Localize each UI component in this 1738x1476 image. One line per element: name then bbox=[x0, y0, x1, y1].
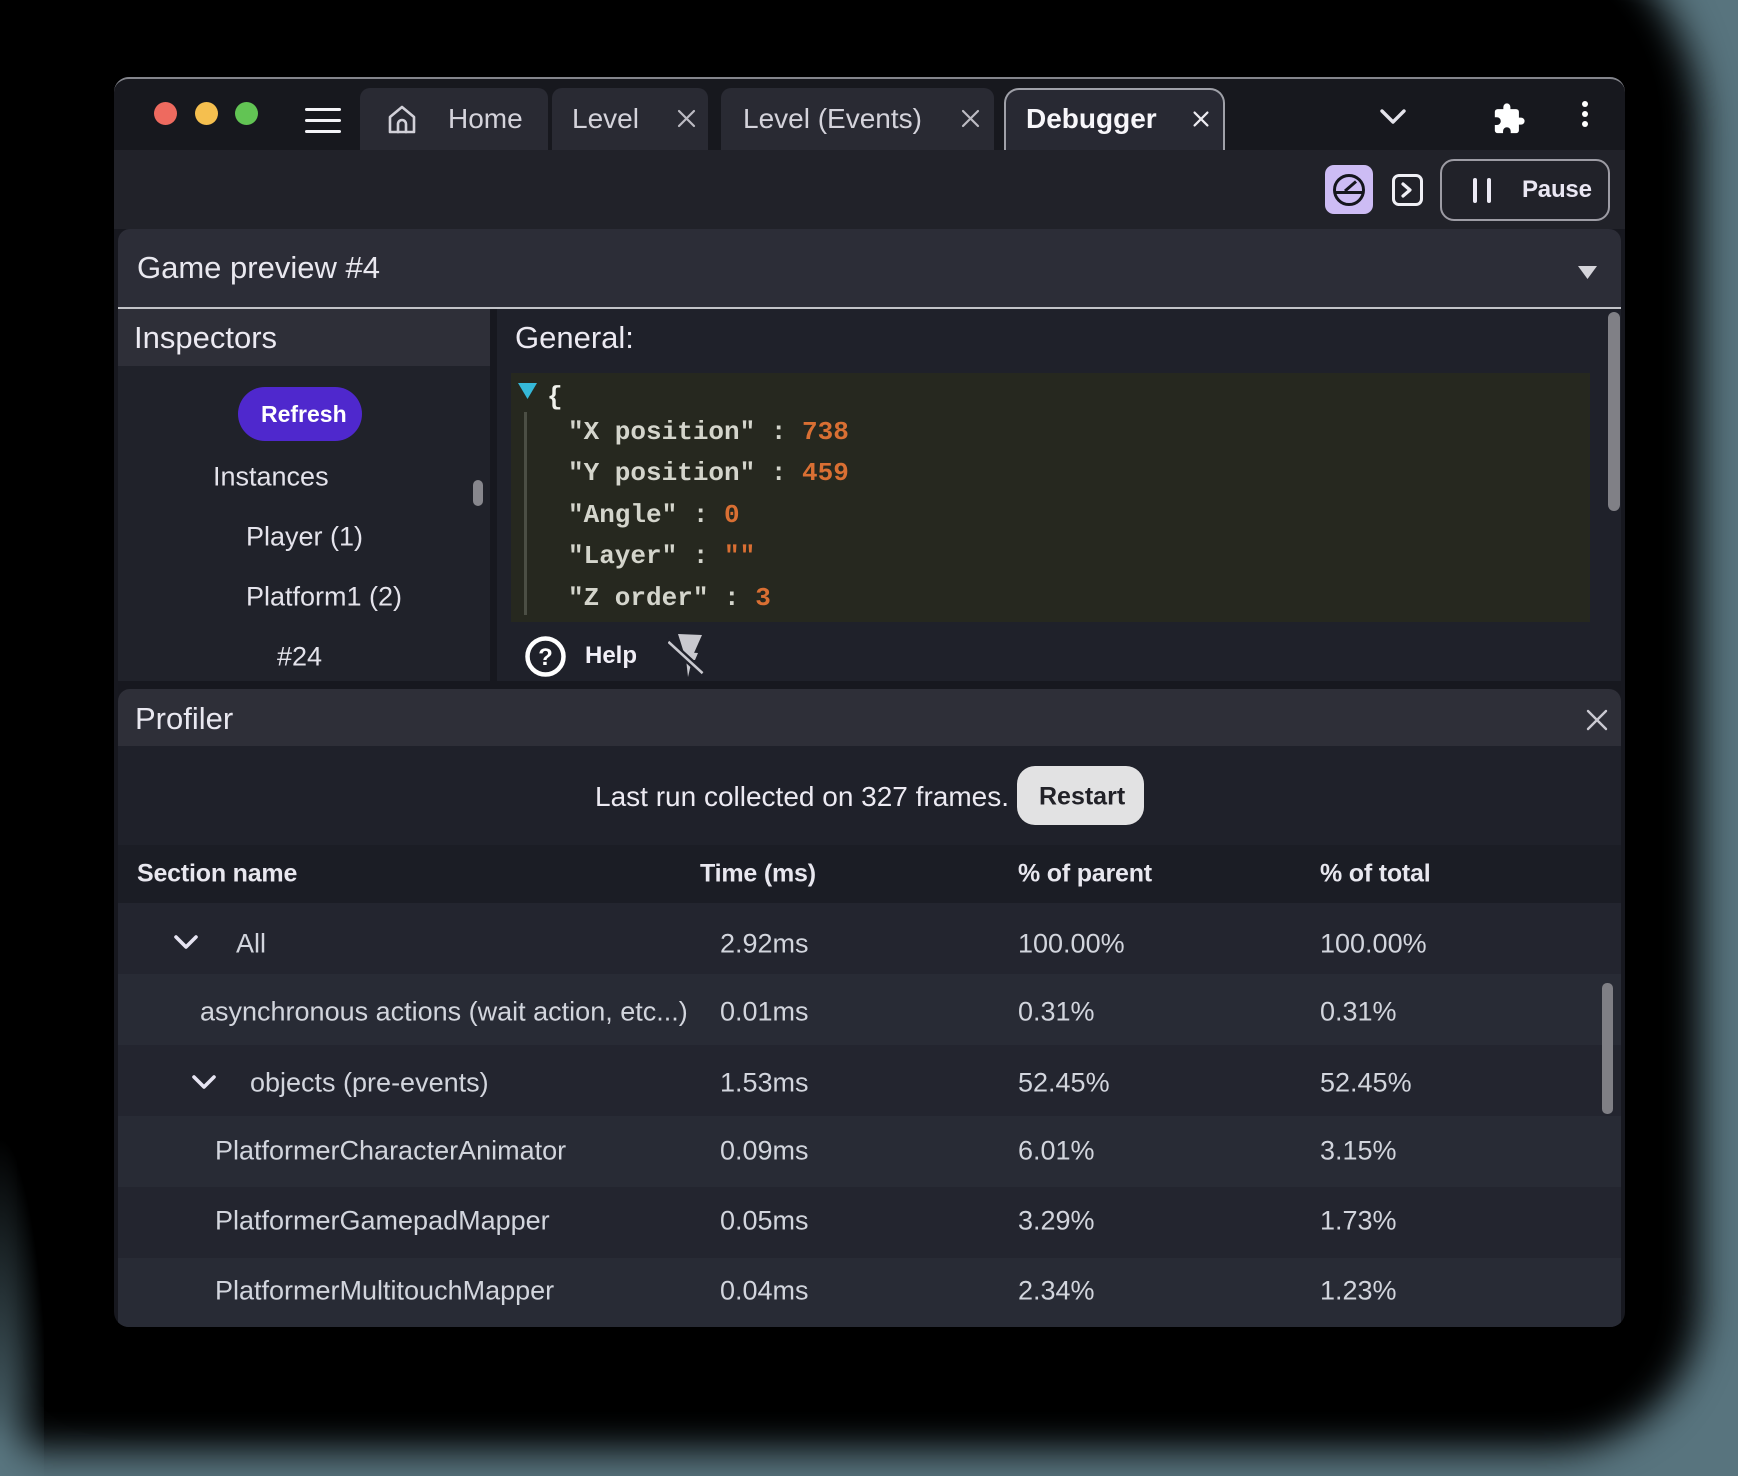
svg-text:?: ? bbox=[538, 644, 553, 671]
